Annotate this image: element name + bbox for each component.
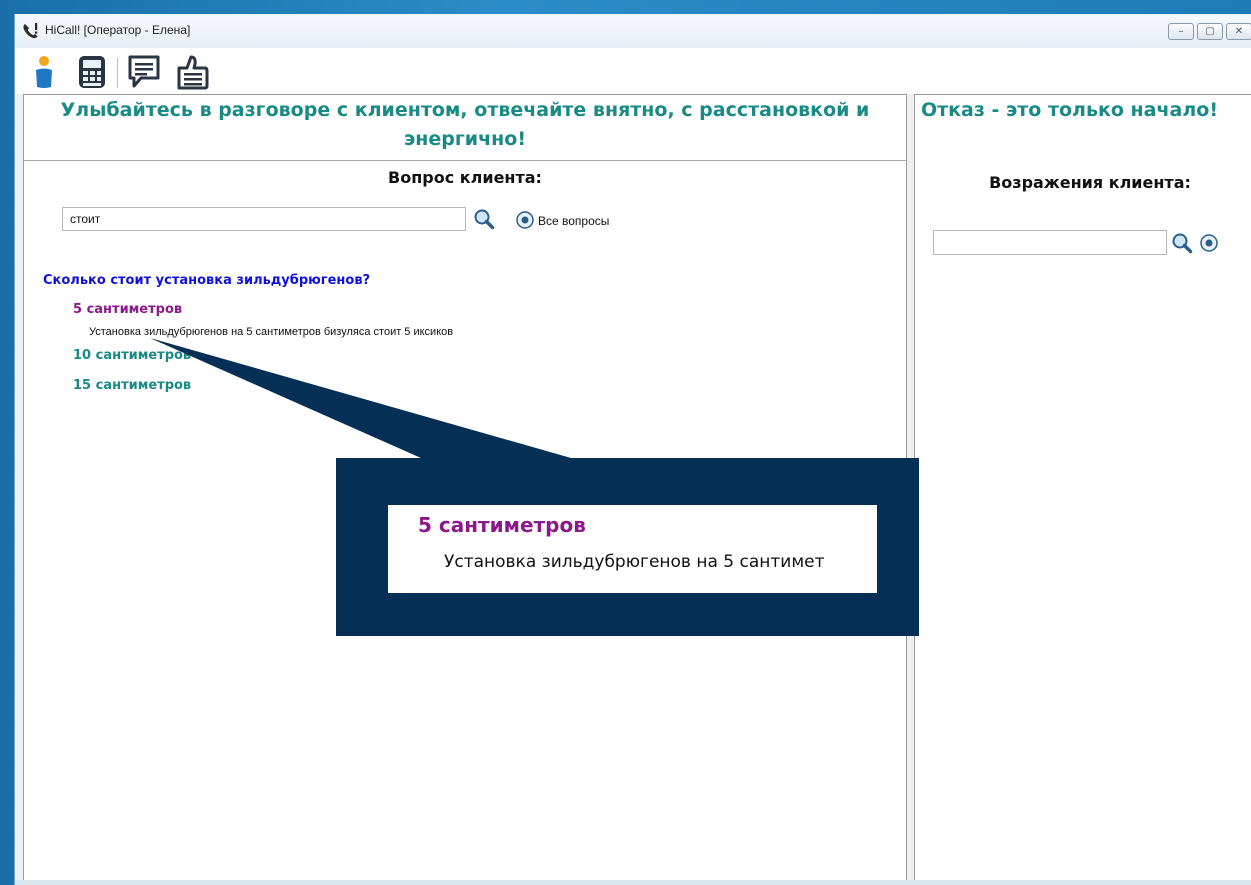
callout-answer-text: Установка зильдубрюгенов на 5 сантимет	[444, 552, 825, 572]
answer-text: Установка зильдубрюгенов на 5 сантиметро…	[89, 326, 454, 338]
all-questions-link[interactable]: Все вопросы	[538, 214, 609, 228]
callout-zoom-content: 5 сантиметров Установка зильдубрюгенов н…	[388, 505, 877, 593]
window-controls: – ▢ ✕	[1168, 23, 1251, 40]
motto-divider	[24, 160, 906, 161]
calculator-icon[interactable]	[75, 54, 109, 90]
operator-motto: Улыбайтесь в разговоре с клиентом, отвеч…	[60, 99, 870, 150]
like-icon[interactable]	[175, 54, 209, 90]
answer-item[interactable]: 15 сантиметров	[73, 378, 191, 393]
objections-header: Возражения клиента:	[989, 173, 1191, 192]
answer-item[interactable]: 5 сантиметров	[73, 302, 182, 317]
close-icon: ✕	[1234, 26, 1244, 37]
maximize-button[interactable]: ▢	[1197, 23, 1223, 40]
minimize-icon: –	[1178, 26, 1184, 37]
callout-answer-label: 5 сантиметров	[418, 513, 586, 537]
objection-search-input[interactable]	[933, 230, 1167, 255]
search-icon[interactable]	[1171, 232, 1193, 254]
questions-panel: Улыбайтесь в разговоре с клиентом, отвеч…	[23, 94, 907, 885]
objections-panel: Отказ - это только начало! Возражения кл…	[914, 94, 1251, 885]
close-button[interactable]: ✕	[1226, 23, 1251, 40]
all-objections-icon[interactable]	[1199, 233, 1219, 253]
title-bar[interactable]: HiCall! [Оператор - Елена] – ▢ ✕	[15, 14, 1251, 48]
phone-icon	[23, 23, 38, 39]
toolbar	[15, 48, 1251, 94]
question-search-input[interactable]	[62, 207, 466, 231]
objections-motto: Отказ - это только начало!	[921, 99, 1218, 121]
maximize-icon: ▢	[1205, 26, 1215, 37]
minimize-button[interactable]: –	[1168, 23, 1194, 40]
app-window: HiCall! [Оператор - Елена] – ▢ ✕ Улыбайт…	[14, 14, 1251, 885]
all-questions-icon[interactable]	[515, 210, 535, 230]
search-icon[interactable]	[473, 208, 495, 230]
window-title: HiCall! [Оператор - Елена]	[45, 23, 191, 37]
chat-icon[interactable]	[127, 54, 161, 90]
status-strip	[15, 880, 1251, 885]
answer-item[interactable]: 10 сантиметров	[73, 348, 191, 363]
question-header: Вопрос клиента:	[388, 168, 542, 187]
toolbar-separator	[117, 58, 118, 88]
question-title[interactable]: Сколько стоит установка зильдубрюгенов?	[43, 273, 370, 288]
operator-icon[interactable]	[27, 54, 61, 90]
